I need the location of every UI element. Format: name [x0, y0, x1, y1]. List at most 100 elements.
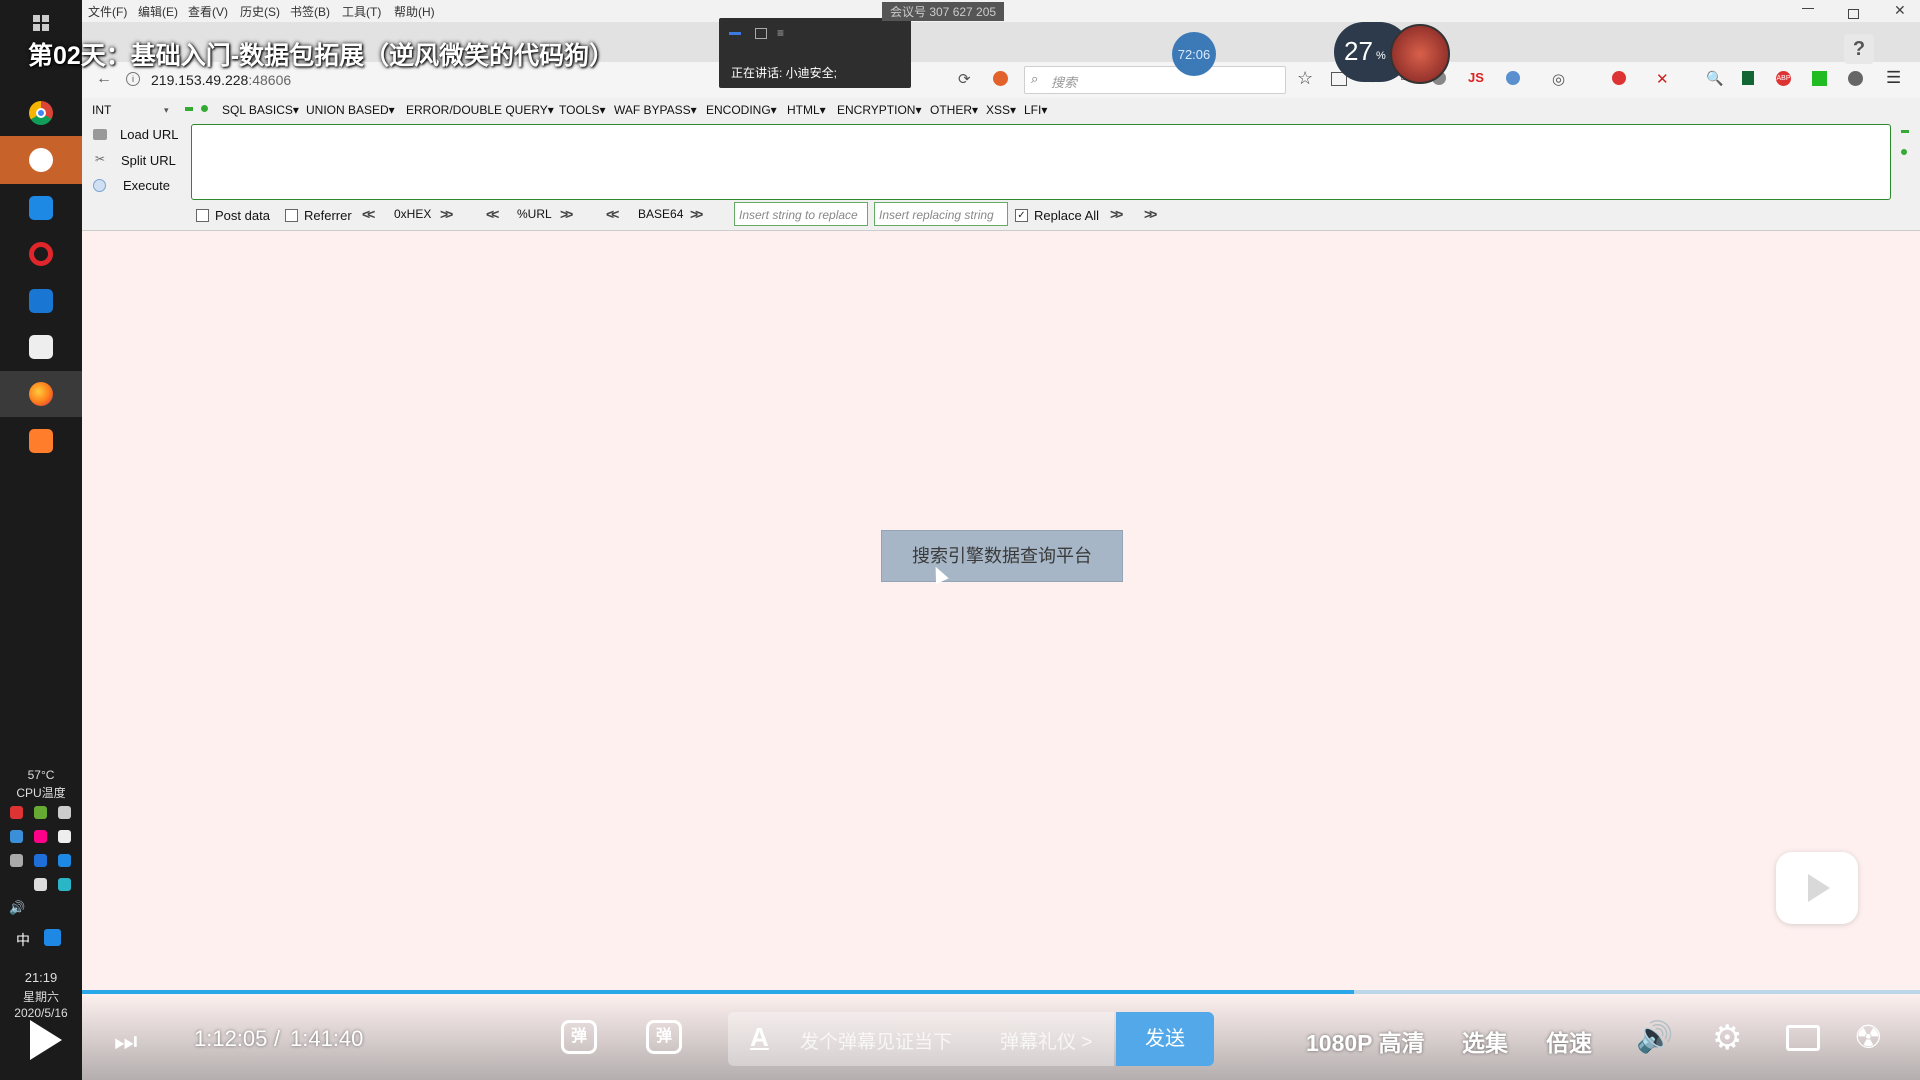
tray-nvidia-icon[interactable]	[34, 806, 47, 819]
taskbar-app-blue[interactable]	[0, 185, 82, 231]
referrer-checkbox[interactable]	[285, 209, 298, 222]
menu-lfi[interactable]: LFI▾	[1024, 103, 1047, 117]
quality-selector[interactable]: 1080P 高清	[1306, 1024, 1424, 1058]
hackbar-plus-icon[interactable]	[201, 105, 208, 112]
danmaku-settings-icon[interactable]: 弹	[646, 1020, 682, 1054]
address-bar[interactable]: 219.153.49.228:48606	[151, 72, 291, 88]
menu-icon[interactable]: ≡	[777, 26, 784, 40]
next-episode-icon[interactable]: ⏭	[114, 1026, 137, 1058]
replace-next-arrow-icon[interactable]: >>	[1144, 206, 1157, 222]
hamburger-menu-icon[interactable]: ☰	[1886, 68, 1901, 88]
back-arrow-icon[interactable]: ←	[96, 70, 112, 88]
zoom-icon[interactable]: 🔍	[1706, 70, 1723, 87]
addon-icon[interactable]	[993, 71, 1008, 86]
search-engine-query-platform-button[interactable]: 搜索引擎数据查询平台	[881, 530, 1123, 582]
help-button[interactable]: ?	[1844, 34, 1874, 64]
playback-speed-button[interactable]: 倍速	[1546, 1024, 1592, 1058]
menu-encryption[interactable]: ENCRYPTION▾	[837, 103, 921, 117]
tray-q-icon[interactable]	[44, 929, 61, 946]
tray-app-icon[interactable]	[34, 830, 47, 843]
reload-icon[interactable]: ⟳	[958, 70, 971, 88]
addon-x-icon[interactable]: ✕	[1656, 70, 1669, 88]
episodes-button[interactable]: 选集	[1462, 1024, 1508, 1058]
taskbar-firefox[interactable]	[0, 371, 82, 417]
bilibili-tv-icon[interactable]	[1776, 852, 1858, 924]
info-icon[interactable]: i	[126, 72, 140, 86]
insert-replacing-string-input[interactable]: Insert replacing string	[874, 202, 1008, 226]
menu-file[interactable]: 文件(F)	[88, 3, 127, 20]
textarea-shrink-icon[interactable]	[1901, 130, 1909, 133]
taskbar-sublime[interactable]	[0, 418, 82, 464]
minimize-icon[interactable]	[729, 32, 741, 35]
taskbar-chrome[interactable]	[0, 90, 82, 136]
url-decode-arrow-icon[interactable]: <<	[486, 206, 499, 222]
hackbar-type-select[interactable]: INT	[92, 103, 111, 117]
menu-union-based[interactable]: UNION BASED▾	[306, 103, 395, 117]
base64-encode-arrow-icon[interactable]: >>	[690, 206, 703, 222]
addon-cookie-icon[interactable]: ◎	[1552, 70, 1565, 88]
base64-decode-arrow-icon[interactable]: <<	[606, 206, 619, 222]
menu-bookmarks[interactable]: 书签(B)	[290, 3, 330, 20]
tray-people-icon[interactable]	[58, 806, 71, 819]
hackbar-url-textarea[interactable]	[191, 124, 1891, 200]
load-url-button[interactable]: Load URL	[120, 127, 179, 142]
volume-icon[interactable]: 🔊	[9, 900, 25, 916]
maximize-icon[interactable]	[755, 28, 767, 39]
tray-display-icon[interactable]	[34, 878, 47, 891]
fullscreen-icon[interactable]: ☢	[1854, 1018, 1883, 1056]
menu-error-double-query[interactable]: ERROR/DOUBLE QUERY▾	[406, 103, 554, 117]
volume-icon[interactable]: 🔊	[1636, 1020, 1673, 1055]
split-url-button[interactable]: Split URL	[121, 153, 176, 168]
menu-tools[interactable]: 工具(T)	[342, 3, 381, 20]
hackbar-minus-icon[interactable]	[185, 107, 193, 111]
menu-help[interactable]: 帮助(H)	[394, 3, 435, 20]
execute-button[interactable]: Execute	[123, 178, 170, 193]
taskbar-qq[interactable]	[0, 136, 82, 184]
meeting-timer[interactable]: 72:06	[1172, 32, 1216, 76]
danmaku-style-icon[interactable]: A	[750, 1022, 769, 1053]
window-restore-icon[interactable]	[1848, 9, 1859, 19]
tray-network-icon[interactable]	[10, 830, 23, 843]
menu-encoding[interactable]: ENCODING▾	[706, 103, 777, 117]
menu-tools[interactable]: TOOLS▾	[559, 103, 605, 117]
window-close-icon[interactable]: ✕	[1894, 2, 1906, 19]
hex-decode-arrow-icon[interactable]: <<	[362, 206, 375, 222]
js-toggle-icon[interactable]: JS	[1468, 70, 1484, 85]
clock-time[interactable]: 21:19	[0, 970, 82, 985]
danmaku-etiquette-link[interactable]: 弹幕礼仪 >	[1000, 1027, 1092, 1054]
menu-xss[interactable]: XSS▾	[986, 103, 1016, 117]
window-minimize-icon[interactable]	[1802, 8, 1814, 9]
taskbar-app-mail[interactable]	[0, 278, 82, 324]
insert-string-to-replace-input[interactable]: Insert string to replace	[734, 202, 868, 226]
menu-view[interactable]: 查看(V)	[188, 3, 228, 20]
menu-history[interactable]: 历史(S)	[240, 3, 280, 20]
textarea-grow-icon[interactable]	[1901, 149, 1907, 155]
search-box[interactable]: ⌕ 搜索	[1024, 66, 1286, 94]
menu-waf-bypass[interactable]: WAF BYPASS▾	[614, 103, 697, 117]
picture-in-picture-icon[interactable]	[1786, 1025, 1820, 1051]
tray-chat-icon[interactable]	[10, 854, 23, 867]
taskbar-app-java[interactable]	[0, 324, 82, 370]
avatar[interactable]	[1390, 24, 1450, 84]
menu-other[interactable]: OTHER▾	[930, 103, 978, 117]
addon-proxy-icon[interactable]	[1506, 71, 1520, 85]
menu-html[interactable]: HTML▾	[787, 103, 826, 117]
post-data-checkbox[interactable]	[196, 209, 209, 222]
play-button[interactable]	[30, 1020, 62, 1060]
hex-encode-arrow-icon[interactable]: >>	[440, 206, 453, 222]
taskbar-opera[interactable]	[0, 231, 82, 277]
ime-indicator[interactable]: 中	[16, 930, 30, 950]
settings-gear-icon[interactable]: ⚙	[1712, 1018, 1742, 1058]
replace-run-arrow-icon[interactable]: >>	[1110, 206, 1123, 222]
addon-settings-icon[interactable]	[1848, 71, 1863, 86]
tray-bluetooth-icon[interactable]	[34, 854, 47, 867]
tray-antivirus-icon[interactable]	[10, 806, 23, 819]
danmaku-toggle-icon[interactable]: 弹	[561, 1020, 597, 1054]
tray-app-blue-icon[interactable]	[58, 854, 71, 867]
tray-mic-icon[interactable]	[58, 830, 71, 843]
replace-all-checkbox[interactable]: ✓	[1015, 209, 1028, 222]
menu-edit[interactable]: 编辑(E)	[138, 3, 178, 20]
danmaku-input[interactable]: 发个弹幕见证当下	[800, 1027, 952, 1054]
bookmark-star-icon[interactable]: ☆	[1297, 68, 1313, 89]
send-danmaku-button[interactable]: 发送	[1116, 1012, 1214, 1066]
